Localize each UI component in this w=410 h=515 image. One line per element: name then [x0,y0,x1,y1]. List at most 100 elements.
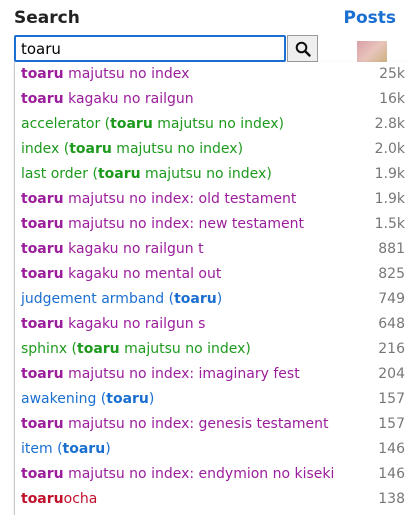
label-suffix: majutsu no index [63,66,190,82]
label-match: toaru [62,441,106,457]
autocomplete-item-label: last order (toaru majutsu no index) [21,162,272,187]
label-match: toaru [21,366,64,382]
autocomplete-item-label: accelerator (toaru majutsu no index) [21,112,284,137]
search-heading: Search [14,8,80,28]
label-suffix: kagaku no railgun s [63,316,206,332]
autocomplete-item-count: 16k [379,91,405,107]
autocomplete-item-count: 157 [378,416,405,432]
autocomplete-item-count: 146 [378,466,405,482]
search-form [14,35,318,62]
autocomplete-item[interactable]: toaru majutsu no index: imaginary fest 20… [15,362,410,387]
autocomplete-item[interactable]: awakening (toaru) 157 [15,387,410,412]
autocomplete-item-count: 138 [378,491,405,507]
search-button[interactable] [287,35,318,62]
post-thumbnail[interactable] [357,41,387,64]
autocomplete-item-label: item (toaru) [21,437,111,462]
label-match: toaru [21,466,64,482]
autocomplete-item-label: toaru majutsu no index: new testament [21,212,304,237]
label-suffix: kagaku no railgun [63,91,194,107]
label-suffix: majutsu no index: imaginary fest [63,366,300,382]
label-match: toaru [21,241,64,257]
autocomplete-item[interactable]: toaru majutsu no index: genesis testamen… [15,412,410,437]
autocomplete-item[interactable]: accelerator (toaru majutsu no index) 2.8k [15,112,410,137]
autocomplete-item-count: 881 [378,241,405,257]
autocomplete-item-label: toaru kagaku no railgun s [21,312,205,337]
autocomplete-item[interactable]: toaru majutsu no index: old testament 1.9… [15,187,410,212]
label-suffix: majutsu no index) [111,141,244,157]
autocomplete-item-count: 1.5k [374,216,405,232]
label-prefix: last order ( [21,166,98,182]
label-suffix: ) [105,441,111,457]
label-match: toaru [77,341,120,357]
label-suffix: ocha [63,491,98,507]
autocomplete-item-count: 157 [378,391,405,407]
label-match: toaru [21,316,64,332]
posts-heading[interactable]: Posts [343,8,396,28]
autocomplete-item-label: toaru majutsu no index: imaginary fest [21,362,300,387]
label-match: toaru [106,391,149,407]
label-suffix: majutsu no index: genesis testament [63,416,329,432]
autocomplete-item[interactable]: last order (toaru majutsu no index) 1.9k [15,162,410,187]
label-prefix: item ( [21,441,63,457]
autocomplete-item-label: toaru kagaku no railgun t [21,237,204,262]
autocomplete-item-count: 25k [379,66,405,82]
autocomplete-item-count: 1.9k [374,166,405,182]
autocomplete-item-label: toaruocha [21,487,97,512]
search-icon [295,41,311,57]
search-panel: Search Posts toaru majutsu no index25kto… [0,0,410,515]
autocomplete-item-label: awakening (toaru) [21,387,154,412]
label-prefix: awakening ( [21,391,107,407]
autocomplete-item[interactable]: judgement armband (toaru) 749 [15,287,410,312]
autocomplete-item[interactable]: toaru kagaku no railgun 16k [15,87,410,112]
autocomplete-item[interactable]: toaru majutsu no index: new testament 1.5… [15,212,410,237]
label-suffix: ) [148,391,155,407]
label-prefix: accelerator ( [21,116,111,132]
label-suffix: majutsu no index) [152,116,284,132]
autocomplete-item-count: 204 [378,366,405,382]
label-match: toaru [69,141,112,157]
label-suffix: kagaku no railgun t [63,241,204,257]
label-prefix: index ( [21,141,70,157]
label-suffix: ) [216,291,223,307]
label-prefix: judgement armband ( [21,291,175,307]
autocomplete-item[interactable]: sphinx (toaru majutsu no index) 216 [15,337,410,362]
search-input[interactable] [14,35,286,62]
label-match: toaru [110,116,153,132]
autocomplete-item-label: toaru majutsu no index: genesis testamen… [21,412,329,437]
autocomplete-item-label: toaru kagaku no railgun [21,87,194,112]
label-match: toaru [174,291,217,307]
autocomplete-item-label: sphinx (toaru majutsu no index) [21,337,251,362]
label-match: toaru [21,416,64,432]
label-match: toaru [21,266,64,282]
label-suffix: majutsu no index: new testament [63,216,304,232]
autocomplete-dropdown: toaru majutsu no index 25k toaru kagaku no… [14,62,410,515]
label-match: toaru [21,191,64,207]
label-suffix: majutsu no index) [140,166,272,182]
label-suffix: majutsu no index) [119,341,251,357]
label-match: toaru [21,491,64,507]
autocomplete-item[interactable]: item (toaru) 146 [15,437,410,462]
autocomplete-item[interactable]: toaru kagaku no mental out 825 [15,262,410,287]
autocomplete-item[interactable]: toaru majutsu no index: endymion no kise… [15,462,410,487]
autocomplete-item-count: 146 [378,441,405,457]
autocomplete-item[interactable]: index (toaru majutsu no index) 2.0k [15,137,410,162]
label-match: toaru [21,91,64,107]
autocomplete-item-label: index (toaru majutsu no index) [21,137,243,162]
autocomplete-item-count: 749 [378,291,405,307]
label-match: toaru [21,216,64,232]
autocomplete-item-label: toaru majutsu no index [21,62,189,87]
autocomplete-item-count: 2.8k [374,116,405,132]
autocomplete-item-count: 825 [378,266,405,282]
autocomplete-item-count: 1.9k [374,191,405,207]
label-match: toaru [97,166,141,182]
autocomplete-item[interactable]: toaru majutsu no index 25k [15,62,410,87]
autocomplete-item-label: judgement armband (toaru) [21,287,222,312]
autocomplete-item-label: toaru majutsu no index: old testament [21,187,296,212]
autocomplete-item[interactable]: toaruocha 138 [15,487,410,512]
autocomplete-item-label: toaru majutsu no index: endymion no kise… [21,462,334,487]
autocomplete-item[interactable]: toaru kagaku no railgun t 881 [15,237,410,262]
label-match: toaru [21,66,64,82]
autocomplete-item[interactable]: toaru kagaku no railgun s 648 [15,312,410,337]
autocomplete-item-count: 2.0k [374,141,405,157]
label-suffix: kagaku no mental out [63,266,222,282]
